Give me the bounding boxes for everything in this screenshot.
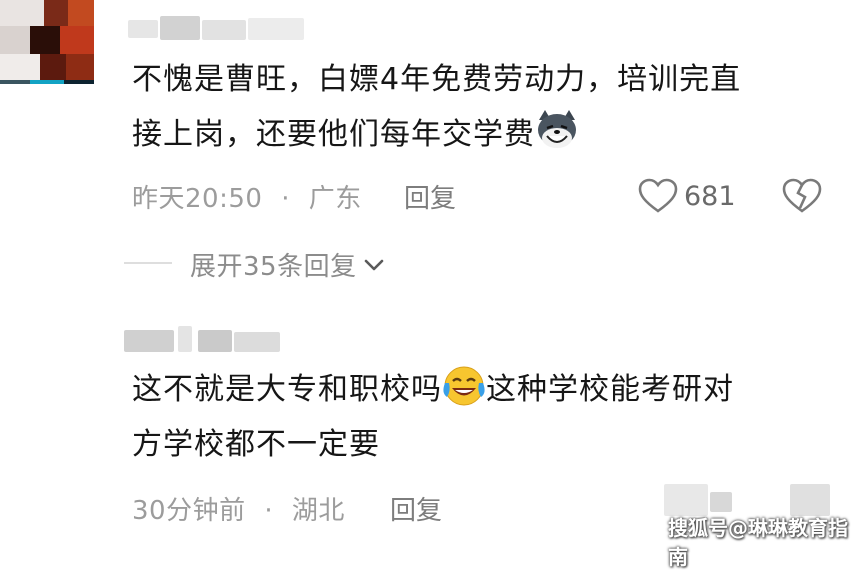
heart-icon (638, 178, 678, 214)
crying-laughing-emoji-icon (443, 366, 485, 407)
expand-replies-button[interactable]: 展开35条回复 (190, 246, 385, 283)
like-count: 681 (684, 180, 736, 212)
expand-divider (124, 262, 172, 264)
chevron-down-icon (363, 250, 385, 280)
comment-line: 不愧是曹旺，白嫖4年免费劳动力，培训完直 (132, 62, 742, 97)
timestamp: 30分钟前 (132, 496, 246, 526)
reply-button[interactable]: 回复 (390, 490, 442, 527)
dislike-button[interactable] (782, 178, 822, 214)
broken-heart-icon (782, 178, 822, 218)
separator-dot: · (281, 184, 290, 214)
separator-dot: · (264, 496, 274, 526)
avatar[interactable] (0, 0, 94, 164)
comment-meta: 昨天20:50 · 广东 (132, 178, 362, 215)
location: 广东 (308, 184, 362, 214)
expand-label: 展开35条回复 (190, 252, 357, 282)
comment-line: 这不就是大专和职校吗 这种学校能考研对 (132, 362, 832, 417)
location: 湖北 (291, 496, 345, 526)
comment-text: 不愧是曹旺，白嫖4年免费劳动力，培训完直 接上岗，还要他们每年交学费 (132, 52, 832, 162)
comment-meta: 30分钟前 · 湖北 (132, 490, 345, 527)
comment-line: 方学校都不一定要 (132, 427, 380, 462)
comment-text: 这不就是大专和职校吗 这种学校能考研对 方学校都不一定要 (132, 362, 832, 472)
wolf-grin-emoji-icon (537, 110, 577, 152)
reply-button[interactable]: 回复 (404, 178, 456, 215)
timestamp: 昨天20:50 (132, 184, 263, 214)
like-button[interactable]: 681 (638, 176, 736, 216)
comment-line: 接上岗，还要他们每年交学费 (132, 107, 832, 162)
watermark: 搜狐号@琳琳教育指南 (668, 516, 848, 569)
